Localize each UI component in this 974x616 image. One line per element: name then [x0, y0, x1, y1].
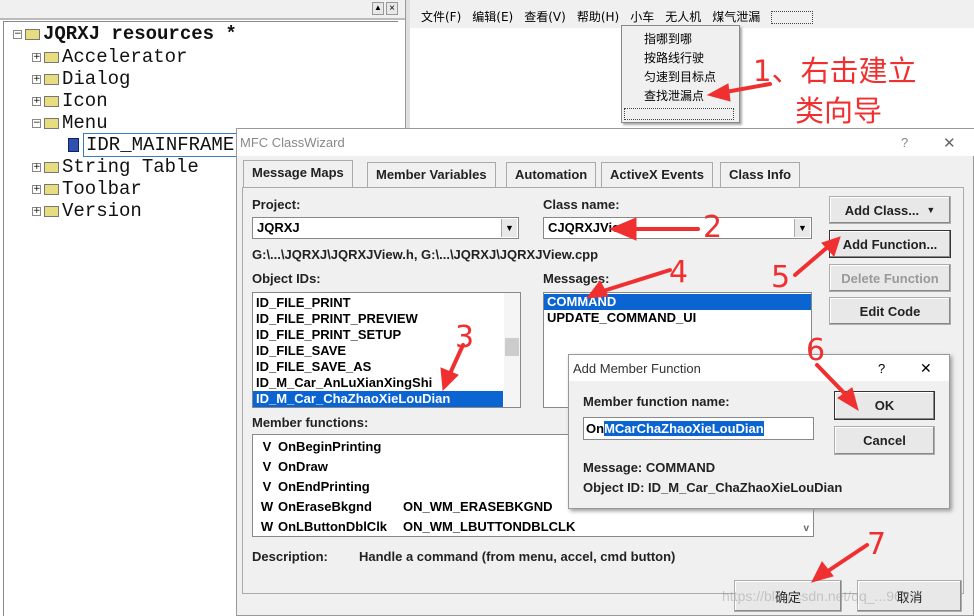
- arrow-head-icon: [811, 561, 834, 583]
- arrow-6: [815, 363, 850, 399]
- arrow-head-icon: [706, 83, 731, 102]
- arrow-head-icon: [608, 217, 637, 241]
- tab-message-maps[interactable]: Message Maps: [243, 160, 353, 187]
- arrow-4: [598, 268, 672, 294]
- arrow-7: [823, 543, 869, 575]
- arrow-head-icon: [821, 236, 841, 257]
- arrow-5: [793, 243, 832, 277]
- annotation-arrows: [440, 82, 869, 583]
- arrow-head-icon: [585, 280, 609, 299]
- arrow-head-icon: [440, 367, 459, 392]
